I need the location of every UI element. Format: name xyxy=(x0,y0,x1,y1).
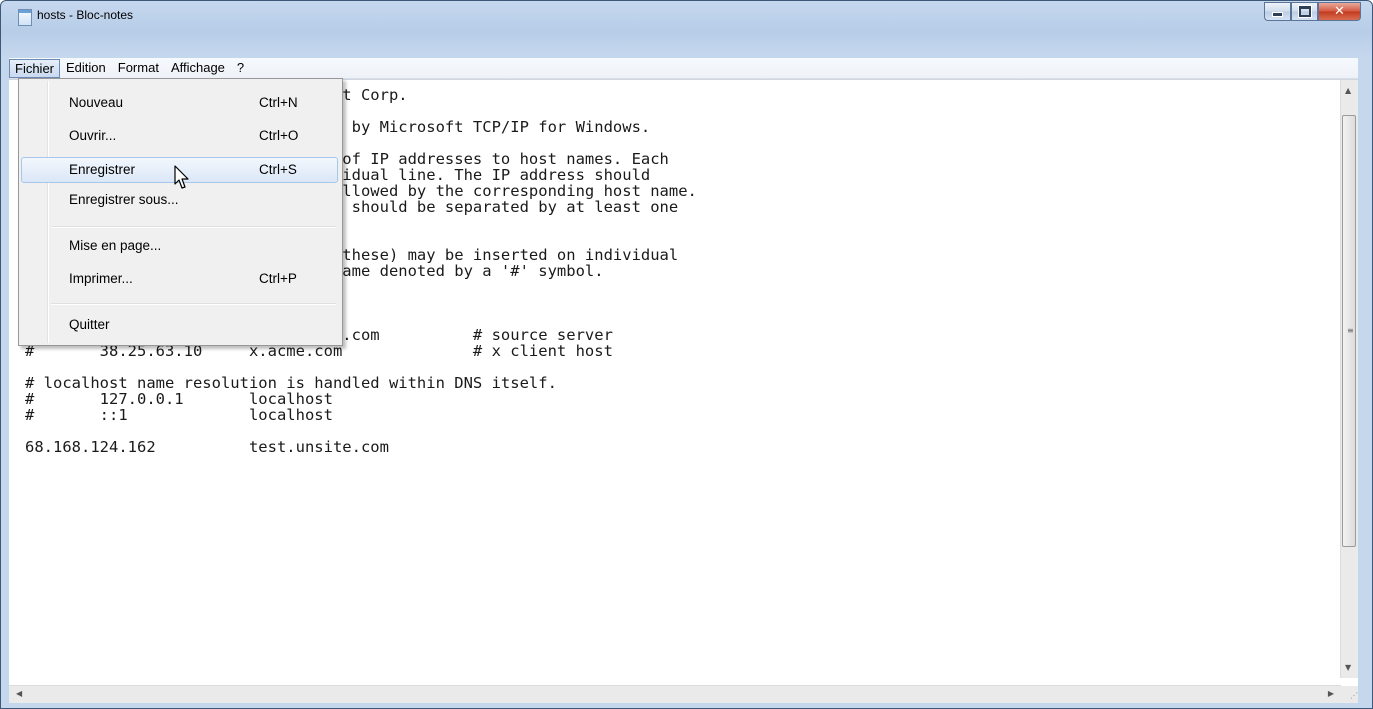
menu-item-label: Quitter xyxy=(69,317,110,332)
notepad-app-icon[interactable] xyxy=(18,9,32,26)
scroll-left-arrow-icon[interactable]: ◀ xyxy=(16,689,22,698)
menu-fichier[interactable]: Fichier xyxy=(9,58,61,78)
menu-affichage[interactable]: Affichage xyxy=(165,59,231,77)
menu-separator xyxy=(51,226,336,228)
menu-item-label: Ouvrir... xyxy=(69,128,117,143)
maximize-button[interactable] xyxy=(1291,2,1318,21)
close-button[interactable]: ✕ xyxy=(1318,2,1361,21)
horizontal-scrollbar[interactable]: ◀ ▶ xyxy=(9,685,1341,703)
menu-item-nouveau[interactable]: Nouveau Ctrl+N xyxy=(21,90,338,116)
resize-grip-icon[interactable]: ⋰ xyxy=(1341,686,1358,703)
menu-item-label: Mise en page... xyxy=(69,238,162,253)
vertical-scroll-thumb[interactable]: ≡ xyxy=(1342,115,1356,547)
menu-bar: Fichier Edition Format Affichage ? xyxy=(9,58,1358,79)
mouse-pointer-icon xyxy=(174,165,189,189)
menu-item-shortcut: Ctrl+S xyxy=(259,162,297,177)
minimize-icon xyxy=(1272,12,1283,17)
scroll-down-arrow-icon[interactable]: ▼ xyxy=(1345,663,1351,672)
menu-item-mise-en-page[interactable]: Mise en page... xyxy=(21,233,338,259)
menu-item-label: Nouveau xyxy=(69,95,124,110)
menu-item-imprimer[interactable]: Imprimer... Ctrl+P xyxy=(21,266,338,292)
menu-item-shortcut: Ctrl+P xyxy=(259,271,297,286)
window-controls: ✕ xyxy=(1264,2,1361,22)
menu-item-shortcut: Ctrl+O xyxy=(259,128,299,143)
maximize-icon xyxy=(1297,5,1312,18)
title-bar[interactable]: hosts - Bloc-notes ✕ xyxy=(1,1,1372,31)
vertical-scrollbar[interactable]: ▲ ≡ ▼ xyxy=(1340,80,1358,678)
menu-item-quitter[interactable]: Quitter xyxy=(21,312,338,338)
close-icon: ✕ xyxy=(1334,4,1345,19)
menu-item-label: Enregistrer sous... xyxy=(69,192,179,207)
grip-icon: ≡ xyxy=(1347,326,1354,335)
menu-item-shortcut: Ctrl+N xyxy=(259,95,298,110)
menu-format[interactable]: Format xyxy=(112,59,165,77)
minimize-button[interactable] xyxy=(1264,2,1291,21)
window-title: hosts - Bloc-notes xyxy=(37,8,134,22)
menu-item-ouvrir[interactable]: Ouvrir... Ctrl+O xyxy=(21,123,338,149)
menu-help[interactable]: ? xyxy=(231,59,250,77)
file-menu-dropdown: Nouveau Ctrl+N Ouvrir... Ctrl+O Enregist… xyxy=(18,78,343,346)
menu-item-label: Imprimer... xyxy=(69,271,133,286)
menu-item-label: Enregistrer xyxy=(69,162,136,177)
scroll-up-arrow-icon[interactable]: ▲ xyxy=(1345,86,1351,95)
scroll-right-arrow-icon[interactable]: ▶ xyxy=(1328,689,1334,698)
menu-edition[interactable]: Edition xyxy=(60,59,112,77)
menu-separator xyxy=(51,303,336,305)
